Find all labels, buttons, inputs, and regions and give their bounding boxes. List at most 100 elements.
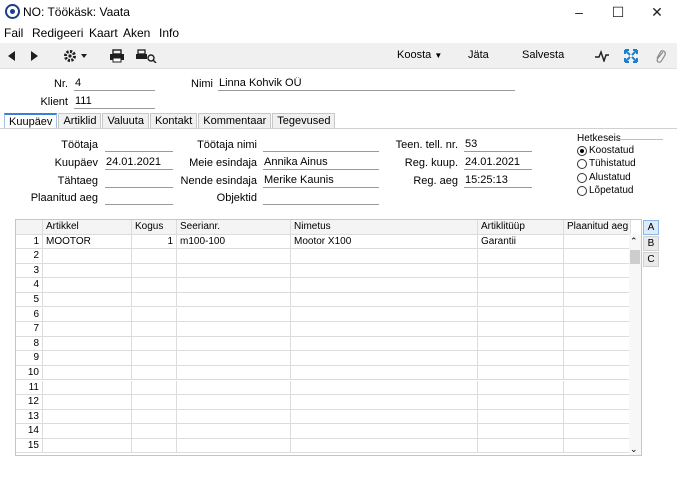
nende-esindaja-field[interactable]: Merike Kaunis <box>263 174 379 188</box>
nimetus-cell[interactable] <box>291 292 478 307</box>
menu-redigeeri[interactable]: Redigeeri <box>32 26 83 40</box>
artiklituup-cell[interactable] <box>478 249 564 263</box>
kuupaev-field[interactable]: 24.01.2021 <box>105 156 173 170</box>
kogus-cell[interactable] <box>132 278 177 292</box>
artikkel-cell[interactable] <box>43 336 132 351</box>
grid-scrollbar[interactable]: ⌃ ⌄ <box>629 234 641 455</box>
teen-tell-nr-field[interactable]: 53 <box>464 138 532 152</box>
nimetus-cell[interactable] <box>291 424 478 438</box>
tab-artiklid[interactable]: Artiklid <box>58 113 102 129</box>
artiklituup-cell[interactable] <box>478 424 564 438</box>
nr-field[interactable]: 4 <box>74 77 155 91</box>
table-row[interactable]: 2 <box>16 249 631 264</box>
artiklituup-cell[interactable] <box>478 351 564 365</box>
print-preview-icon[interactable] <box>135 47 157 65</box>
table-row[interactable]: 8 <box>16 336 631 352</box>
kogus-cell[interactable]: 1 <box>132 234 177 248</box>
seerianr-cell[interactable] <box>177 336 291 351</box>
nimi-field[interactable]: Linna Kohvik OÜ <box>218 77 515 91</box>
tab-kommentaar[interactable]: Kommentaar <box>198 113 272 129</box>
table-row[interactable]: 9 <box>16 351 631 366</box>
menu-info[interactable]: Info <box>159 26 179 40</box>
plaanitud-aeg-cell[interactable] <box>564 234 631 248</box>
kogus-cell[interactable] <box>132 351 177 365</box>
table-row[interactable]: 3 <box>16 263 631 279</box>
side-tab-a[interactable]: A <box>643 220 659 235</box>
kogus-cell[interactable] <box>132 380 177 394</box>
side-tab-b[interactable]: B <box>643 236 659 251</box>
settings-gear-icon[interactable] <box>62 47 90 65</box>
artiklituup-cell[interactable] <box>478 278 564 292</box>
artikkel-cell[interactable] <box>43 438 132 453</box>
artikkel-cell[interactable] <box>43 307 132 321</box>
plaanitud-aeg-cell[interactable] <box>564 263 631 278</box>
kogus-cell[interactable] <box>132 424 177 438</box>
kogus-cell[interactable] <box>132 365 177 380</box>
menu-fail[interactable]: Fail <box>4 26 23 40</box>
nimetus-cell[interactable] <box>291 263 478 278</box>
artiklituup-cell[interactable] <box>478 336 564 351</box>
nimetus-cell[interactable] <box>291 278 478 292</box>
kogus-cell[interactable] <box>132 249 177 263</box>
reg-aeg-field[interactable]: 15:25:13 <box>464 174 532 188</box>
plaanitud-aeg-cell[interactable] <box>564 307 631 321</box>
nimetus-cell[interactable] <box>291 409 478 424</box>
artikkel-cell[interactable]: MOOTOR <box>43 234 132 248</box>
seerianr-cell[interactable] <box>177 263 291 278</box>
artikkel-cell[interactable] <box>43 380 132 394</box>
artiklituup-cell[interactable] <box>478 365 564 380</box>
radio-koostatud[interactable]: Koostatud <box>577 145 634 156</box>
seerianr-cell[interactable] <box>177 395 291 409</box>
table-row[interactable]: 6 <box>16 307 631 322</box>
tab-kontakt[interactable]: Kontakt <box>149 113 198 129</box>
table-row[interactable]: 1 MOOTOR 1 m100-100 Mootor X100 Garantii <box>16 234 631 249</box>
seerianr-cell[interactable]: m100-100 <box>177 234 291 248</box>
plaanitud-aeg-cell[interactable] <box>564 322 631 336</box>
seerianr-cell[interactable] <box>177 292 291 307</box>
maximize-button[interactable]: ☐ <box>598 0 638 24</box>
artikkel-cell[interactable] <box>43 351 132 365</box>
seerianr-cell[interactable] <box>177 322 291 336</box>
plaanitud-aeg-cell[interactable] <box>564 409 631 424</box>
header-plaanitud-aeg[interactable]: Plaanitud aeg <box>564 220 631 234</box>
plaanitud-aeg-cell[interactable] <box>564 424 631 438</box>
radio-alustatud[interactable]: Alustatud <box>577 172 631 183</box>
artiklituup-cell[interactable] <box>478 409 564 424</box>
table-row[interactable]: 12 <box>16 395 631 410</box>
nimetus-cell[interactable] <box>291 249 478 263</box>
kogus-cell[interactable] <box>132 263 177 278</box>
scroll-thumb[interactable] <box>630 250 640 264</box>
seerianr-cell[interactable] <box>177 278 291 292</box>
meie-esindaja-field[interactable]: Annika Ainus <box>263 156 379 170</box>
plaanitud-aeg-cell[interactable] <box>564 249 631 263</box>
plaanitud-aeg-cell[interactable] <box>564 351 631 365</box>
nimetus-cell[interactable]: Mootor X100 <box>291 234 478 248</box>
table-row[interactable]: 10 <box>16 365 631 381</box>
table-row[interactable]: 14 <box>16 424 631 439</box>
previous-record-icon[interactable] <box>6 47 18 65</box>
header-nimetus[interactable]: Nimetus <box>291 220 478 234</box>
nimetus-cell[interactable] <box>291 307 478 321</box>
artikkel-cell[interactable] <box>43 322 132 336</box>
artikkel-cell[interactable] <box>43 395 132 409</box>
plaanitud-aeg-cell[interactable] <box>564 278 631 292</box>
scroll-down-icon[interactable]: ⌄ <box>630 444 638 455</box>
table-row[interactable]: 4 <box>16 278 631 293</box>
artikkel-cell[interactable] <box>43 424 132 438</box>
reg-kuup-field[interactable]: 24.01.2021 <box>464 156 532 170</box>
header-kogus[interactable]: Kogus <box>132 220 177 234</box>
seerianr-cell[interactable] <box>177 351 291 365</box>
close-button[interactable]: ✕ <box>637 0 677 24</box>
kogus-cell[interactable] <box>132 307 177 321</box>
artiklituup-cell[interactable] <box>478 292 564 307</box>
artikkel-cell[interactable] <box>43 365 132 380</box>
tahtaeg-field[interactable] <box>105 174 173 188</box>
koosta-button[interactable]: Koosta ▼ <box>397 49 442 61</box>
table-row[interactable]: 15 <box>16 438 631 454</box>
nimetus-cell[interactable] <box>291 438 478 453</box>
expand-icon[interactable] <box>623 47 639 65</box>
kogus-cell[interactable] <box>132 438 177 453</box>
radio-tuhistatud[interactable]: Tühistatud <box>577 158 636 169</box>
seerianr-cell[interactable] <box>177 249 291 263</box>
table-row[interactable]: 11 <box>16 380 631 395</box>
